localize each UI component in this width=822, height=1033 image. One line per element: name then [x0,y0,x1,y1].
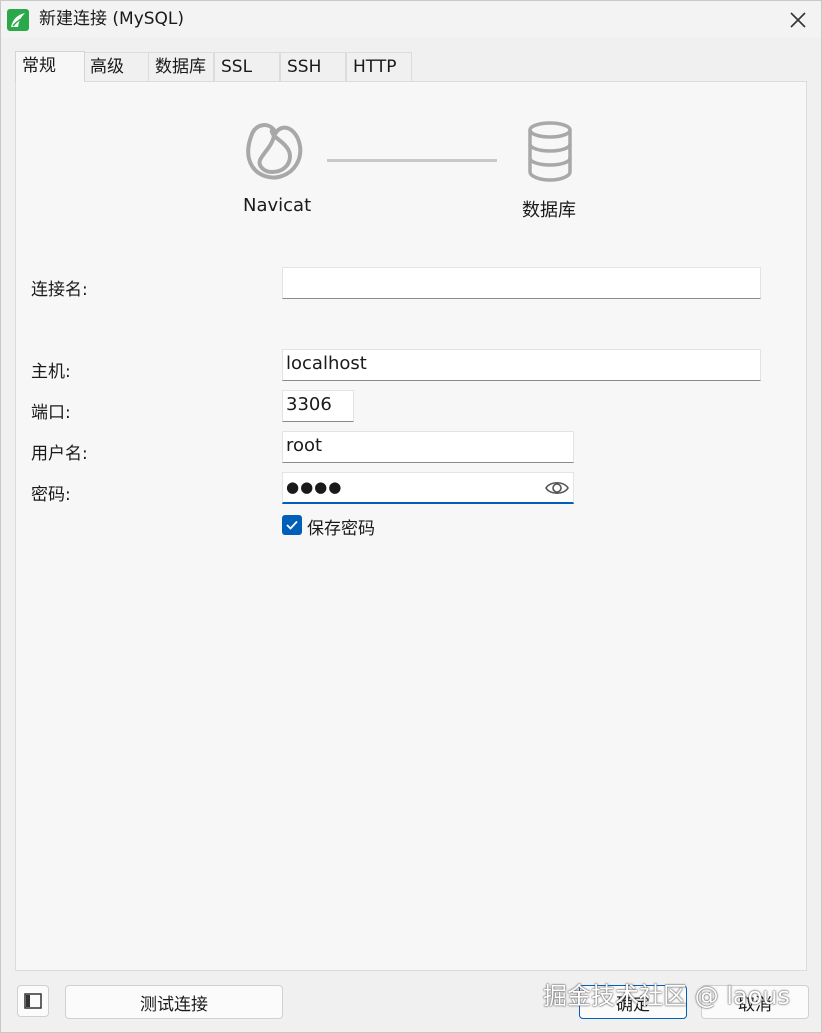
tab-general[interactable]: 常规 [15,51,85,82]
checkmark-icon [286,520,298,530]
connection-name-input[interactable] [282,267,761,299]
general-panel: Navicat 数据库 连接名: 主机: localhost 端口: 3306 … [15,81,807,971]
navicat-label: Navicat [243,195,312,216]
port-label: 端口: [31,403,71,423]
password-label: 密码: [31,485,71,505]
host-input[interactable]: localhost [282,349,761,381]
save-password-label: 保存密码 [307,519,375,539]
port-input[interactable]: 3306 [282,390,354,422]
title-bar: 新建连接 (MySQL) [1,1,821,38]
tab-http[interactable]: HTTP [346,52,412,81]
database-icon [528,121,572,182]
host-label: 主机: [31,362,71,382]
close-icon [790,11,806,28]
test-connection-button[interactable]: 测试连接 [65,985,283,1019]
navicat-icon [246,123,303,180]
connection-name-label: 连接名: [31,280,88,300]
sidebar-toggle-button[interactable] [17,985,49,1017]
close-button[interactable] [775,1,821,38]
navicat-logo-icon [7,9,29,31]
username-input[interactable]: root [282,431,574,463]
connector-line [327,159,497,162]
tab-ssh[interactable]: SSH [280,52,346,81]
tab-database[interactable]: 数据库 [148,52,214,81]
save-password-checkbox[interactable] [282,515,302,535]
window-title: 新建连接 (MySQL) [39,9,185,29]
connection-diagram: Navicat 数据库 [16,82,806,232]
sidebar-toggle-icon [24,993,42,1009]
password-mask: ●●●● [286,478,343,496]
username-label: 用户名: [31,444,88,464]
database-label: 数据库 [522,200,576,221]
tab-ssl[interactable]: SSL [214,52,280,81]
eye-icon[interactable] [545,478,569,498]
connection-dialog: 新建连接 (MySQL) 常规 高级 数据库 SSL SSH HTTP Navi… [0,0,822,1033]
watermark: 掘金技术社区 @ laous [543,982,791,1010]
password-input[interactable]: ●●●● [282,472,574,504]
tab-advanced[interactable]: 高级 [83,52,149,81]
